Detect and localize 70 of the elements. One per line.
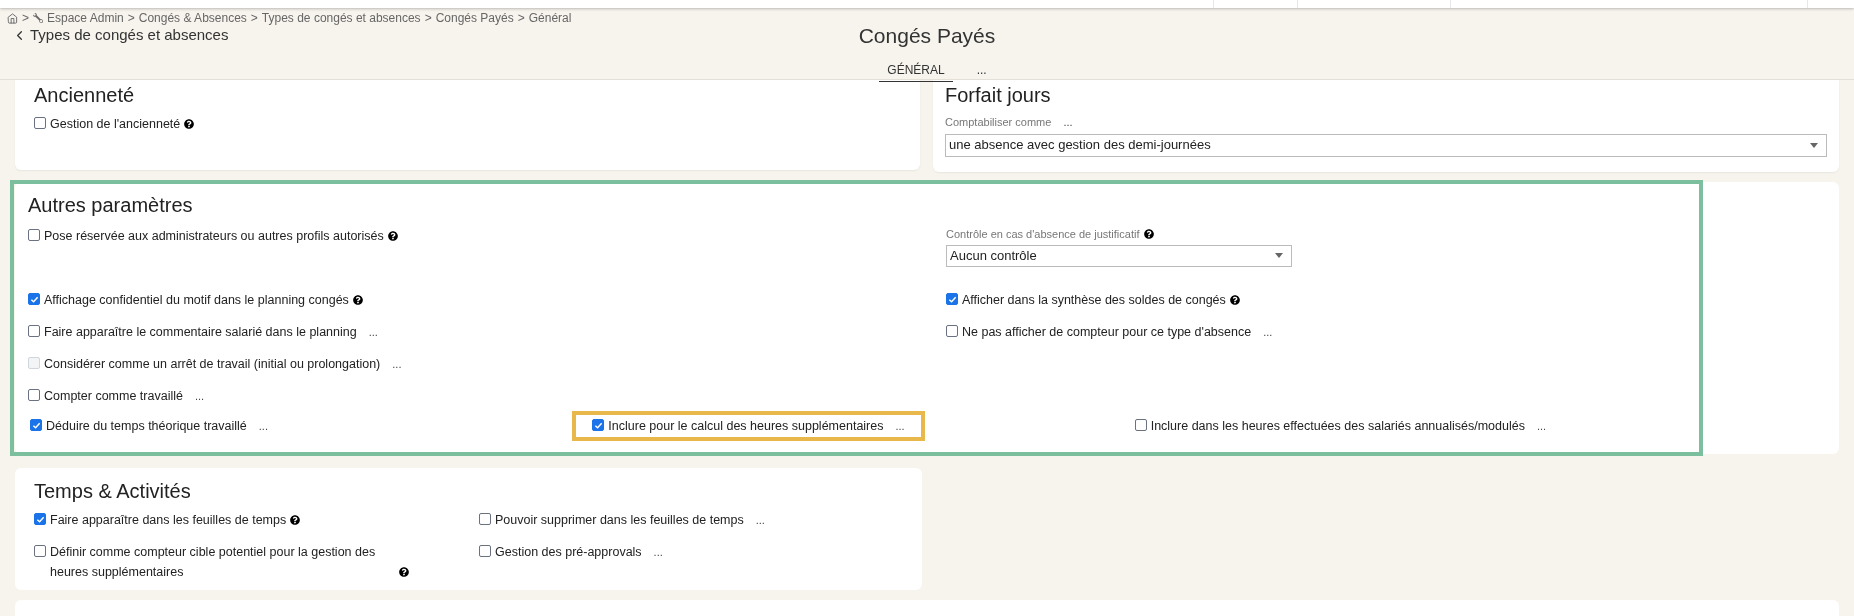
more-button[interactable]: ... [653, 547, 663, 558]
breadcrumb-separator: > [22, 10, 29, 27]
help-icon[interactable] [352, 295, 363, 305]
breadcrumb-separator: > [127, 10, 135, 27]
checkbox[interactable] [1134, 419, 1147, 431]
option-label: Déduire du temps théorique travaillé [46, 418, 247, 435]
checkbox[interactable] [946, 325, 958, 337]
option-label: Définir comme compteur cible potentiel pour la gestion des heures supplémentaires [50, 544, 377, 581]
back-link[interactable]: Types de congés et absences [12, 24, 229, 47]
breadcrumb-link[interactable]: Congés & Absences [138, 9, 247, 27]
section-title: Autres paramètres [28, 193, 194, 218]
caret-icon [1275, 253, 1283, 258]
more-button[interactable]: ... [1536, 421, 1547, 432]
help-icon[interactable] [290, 515, 301, 525]
option-label: Affichage confidentiel du motif dans le planning congés [44, 292, 349, 309]
option-label: Faire apparaître le commentaire salarié dans le planning [44, 324, 357, 341]
tab[interactable]: ... [968, 61, 995, 82]
option-label: Inclure dans les heures effectuées des salariés annualisés/modulés [1150, 418, 1525, 435]
option-label: Compter comme travaillé [44, 388, 183, 405]
checkbox[interactable] [28, 325, 40, 337]
select-field[interactable]: Aucun contrôle [946, 244, 1292, 267]
home-icon[interactable] [7, 12, 18, 24]
breadcrumb-separator: > [250, 10, 258, 27]
more-button[interactable]: ... [194, 391, 205, 402]
checkbox[interactable] [946, 293, 958, 305]
help-icon[interactable] [184, 119, 195, 129]
option-label: Pose réservée aux administrateurs ou autres profils autorisés [44, 228, 384, 245]
checkbox[interactable] [34, 513, 46, 525]
more-button[interactable]: ... [895, 421, 905, 432]
more-button[interactable]: ... [755, 515, 765, 526]
checkbox[interactable] [28, 389, 40, 401]
option-label: Considérer comme un arrêt de travail (initial ou prolongation) [44, 356, 381, 373]
breadcrumb-link[interactable]: Général [528, 9, 572, 27]
more-button[interactable]: ... [368, 327, 378, 338]
help-icon[interactable] [399, 567, 409, 577]
select-field[interactable]: une absence avec gestion des demi-journées [945, 133, 1827, 157]
option-label: Faire apparaître dans les feuilles de temps [50, 512, 287, 529]
option-label: Ne pas afficher de compteur pour ce type d'absence [962, 324, 1252, 341]
option-label: Gestion des pré-approvals [495, 544, 642, 561]
section-title: Forfait jours [945, 83, 1052, 108]
wrench-icon [33, 13, 43, 23]
checkbox[interactable] [28, 293, 40, 305]
breadcrumb-separator: > [424, 10, 432, 27]
caret-icon [1810, 142, 1818, 148]
breadcrumb-link[interactable]: Espace Admin [47, 9, 124, 27]
field-label: Contrôle en cas d'absence de justificatif [946, 227, 1140, 242]
field-label: Comptabiliser comme [945, 115, 1052, 130]
checkbox[interactable] [479, 513, 491, 525]
page-title: Congés Payés [858, 23, 996, 49]
checkbox[interactable] [30, 419, 42, 431]
option-label: Gestion de l'ancienneté [50, 116, 181, 133]
help-icon[interactable] [1229, 295, 1240, 305]
breadcrumb-separator: > [517, 10, 525, 27]
checkbox[interactable] [34, 117, 46, 129]
help-icon[interactable] [1143, 229, 1154, 240]
checkbox[interactable] [479, 545, 491, 557]
section-title: Temps & Activités [34, 479, 192, 504]
more-button[interactable]: ... [1063, 116, 1073, 128]
help-icon[interactable] [387, 231, 398, 241]
checkbox[interactable] [28, 229, 40, 241]
breadcrumb-link[interactable]: Types de congés et absences [261, 9, 421, 27]
checkbox[interactable] [34, 545, 46, 557]
option-label: Afficher dans la synthèse des soldes de congés [962, 292, 1226, 309]
option-label: Pouvoir supprimer dans les feuilles de temps [495, 512, 744, 529]
section-title: Ancienneté [34, 83, 136, 108]
more-button[interactable]: ... [1263, 327, 1273, 338]
checkbox[interactable] [592, 419, 605, 431]
breadcrumb-link[interactable]: Congés Payés [435, 9, 514, 27]
option-label: Inclure pour le calcul des heures supplémentaires [608, 418, 884, 435]
more-button[interactable]: ... [258, 421, 268, 432]
